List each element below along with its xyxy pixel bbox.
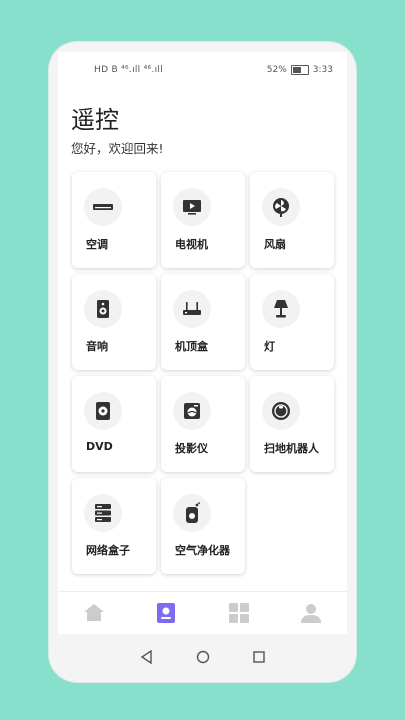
set-top-box-icon [173, 290, 211, 328]
air-purifier-icon [173, 494, 211, 532]
network-box-icon [84, 494, 122, 532]
dvd-icon [84, 392, 122, 430]
device-label: 空气净化器 [175, 544, 230, 557]
recents-icon[interactable] [252, 650, 266, 664]
device-card-projector[interactable]: 投影仪 [161, 376, 245, 472]
device-label: 风扇 [264, 238, 286, 251]
device-label: 电视机 [175, 238, 208, 251]
device-card-lamp[interactable]: 灯 [250, 274, 334, 370]
tab-user[interactable] [275, 592, 347, 634]
tab-grid[interactable] [203, 592, 275, 634]
greeting-text: 您好，欢迎回来! [71, 141, 164, 156]
device-label: 灯 [264, 340, 275, 353]
battery-icon [290, 65, 309, 75]
projector-icon [173, 392, 211, 430]
home-icon [84, 604, 105, 621]
signal-indicators: HD B ⁴⁶.ıll ⁴⁶.ıll [94, 65, 164, 75]
fan-icon [262, 188, 300, 226]
app-screen: HD B ⁴⁶.ıll ⁴⁶.ıll 52% 3:33 遥控 您好，欢迎回来! … [58, 52, 347, 634]
device-label: DVD [86, 440, 113, 453]
device-label: 投影仪 [175, 442, 208, 455]
device-label: 机顶盒 [175, 340, 208, 353]
device-label: 网络盒子 [86, 544, 130, 557]
robot-vacuum-icon [262, 392, 300, 430]
lamp-icon [262, 290, 300, 328]
air-conditioner-icon [84, 188, 122, 226]
device-card-set-top-box[interactable]: 机顶盒 [161, 274, 245, 370]
remote-icon [157, 603, 176, 623]
device-card-network-box[interactable]: 网络盒子 [72, 478, 156, 574]
device-card-fan[interactable]: 风扇 [250, 172, 334, 268]
device-card-robot-vacuum[interactable]: 扫地机器人 [250, 376, 334, 472]
tab-remote[interactable] [130, 592, 202, 634]
clock: 3:33 [312, 65, 333, 75]
battery-percent: 52% [266, 65, 287, 75]
bottom-tab-bar [58, 591, 347, 634]
device-card-air-conditioner[interactable]: 空调 [72, 172, 156, 268]
tv-icon [173, 188, 211, 226]
user-icon [300, 604, 321, 623]
phone-frame: HD B ⁴⁶.ıll ⁴⁶.ıll 52% 3:33 遥控 您好，欢迎回来! … [49, 42, 356, 682]
status-right: 52% 3:33 [267, 65, 333, 75]
device-label: 空调 [86, 238, 108, 251]
device-label: 扫地机器人 [264, 442, 319, 455]
grid-icon [228, 603, 249, 623]
home-circle-icon[interactable] [196, 650, 210, 664]
device-card-speaker[interactable]: 音响 [72, 274, 156, 370]
device-card-dvd[interactable]: DVD [72, 376, 156, 472]
system-nav-bar [49, 642, 356, 672]
device-label: 音响 [86, 340, 108, 353]
device-card-air-purifier[interactable]: 空气净化器 [161, 478, 245, 574]
status-bar: HD B ⁴⁶.ıll ⁴⁶.ıll 52% 3:33 [58, 52, 347, 82]
speaker-icon [84, 290, 122, 328]
back-icon[interactable] [140, 650, 154, 664]
tab-home[interactable] [58, 592, 130, 634]
page-title: 遥控 [71, 106, 119, 134]
device-card-tv[interactable]: 电视机 [161, 172, 245, 268]
device-grid: 空调 电视机 风扇 音响 机顶盒 灯 DVD 投影仪 扫地机器人 网络盒子 空气… [72, 172, 334, 574]
